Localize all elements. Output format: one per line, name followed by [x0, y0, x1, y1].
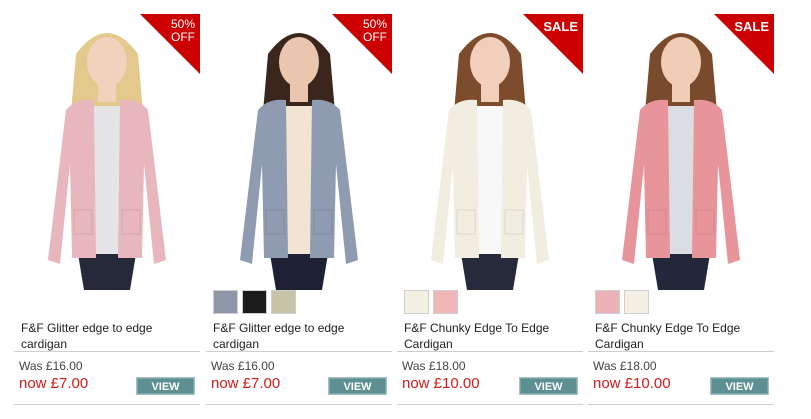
- color-swatch[interactable]: [595, 290, 620, 314]
- cardigan-right: [692, 99, 740, 264]
- product-card: 50% OFF F&F Glitter edge to edge cardiga…: [14, 14, 200, 406]
- product-card: SALE F&F Chunky Edge To Edge Cardigan Wa…: [588, 14, 774, 406]
- divider: [588, 351, 774, 352]
- badge-label: 50% OFF: [362, 17, 387, 44]
- divider: [588, 404, 774, 405]
- pocket-left: [265, 209, 285, 235]
- badge-label: SALE: [734, 19, 769, 34]
- color-swatch[interactable]: [271, 290, 296, 314]
- product-title[interactable]: F&F Chunky Edge To Edge Cardigan: [404, 320, 579, 352]
- product-title-line-1[interactable]: F&F Glitter edge to edge: [213, 320, 388, 336]
- product-title[interactable]: F&F Glitter edge to edge cardigan: [213, 320, 388, 352]
- product-card: SALE F&F Chunky Edge To Edge Cardigan Wa…: [397, 14, 583, 406]
- cardigan-right: [118, 99, 166, 264]
- product-title-line-2[interactable]: Cardigan: [595, 336, 770, 352]
- badge-label: 50% OFF: [170, 17, 195, 44]
- model-illustration: [48, 33, 166, 290]
- was-price: Was £16.00: [211, 359, 275, 373]
- model-illustration: [240, 33, 358, 290]
- jeans-shape: [78, 254, 136, 290]
- pocket-right: [695, 209, 715, 235]
- face-shape: [470, 37, 510, 87]
- product-title[interactable]: F&F Glitter edge to edge cardigan: [21, 320, 196, 352]
- jeans-shape: [652, 254, 710, 290]
- color-swatch[interactable]: [433, 290, 458, 314]
- product-title-line-2[interactable]: Cardigan: [404, 336, 579, 352]
- cardigan-right: [310, 99, 358, 264]
- divider: [206, 351, 392, 352]
- color-swatch[interactable]: [624, 290, 649, 314]
- was-price: Was £18.00: [402, 359, 466, 373]
- cardigan-right: [501, 99, 549, 264]
- cardigan-left: [240, 99, 288, 264]
- pocket-left: [456, 209, 476, 235]
- product-photo[interactable]: [206, 14, 392, 290]
- cardigan-left: [622, 99, 670, 264]
- product-photo[interactable]: [588, 14, 774, 290]
- face-shape: [279, 37, 319, 87]
- view-button[interactable]: VIEW: [710, 377, 769, 395]
- now-price: now £10.00: [402, 375, 480, 392]
- face-shape: [87, 37, 127, 87]
- view-button[interactable]: VIEW: [519, 377, 578, 395]
- product-title-line-1[interactable]: F&F Glitter edge to edge: [21, 320, 196, 336]
- product-photo[interactable]: [14, 14, 200, 290]
- divider: [206, 404, 392, 405]
- face-shape: [661, 37, 701, 87]
- divider: [14, 351, 200, 352]
- jeans-shape: [270, 254, 328, 290]
- product-grid: 50% OFF F&F Glitter edge to edge cardiga…: [14, 14, 778, 406]
- pocket-right: [313, 209, 333, 235]
- now-price: now £7.00: [211, 375, 281, 392]
- now-price: now £7.00: [19, 375, 89, 392]
- view-button[interactable]: VIEW: [136, 377, 195, 395]
- divider: [397, 351, 583, 352]
- pocket-left: [647, 209, 667, 235]
- pocket-right: [121, 209, 141, 235]
- color-swatch[interactable]: [404, 290, 429, 314]
- badge-label: SALE: [543, 19, 578, 34]
- model-illustration: [431, 33, 549, 290]
- cardigan-left: [431, 99, 479, 264]
- product-title-line-2[interactable]: cardigan: [213, 336, 388, 352]
- product-title-line-2[interactable]: cardigan: [21, 336, 196, 352]
- product-photo[interactable]: [397, 14, 583, 290]
- cardigan-left: [48, 99, 96, 264]
- product-title[interactable]: F&F Chunky Edge To Edge Cardigan: [595, 320, 770, 352]
- divider: [14, 404, 200, 405]
- product-title-line-1[interactable]: F&F Chunky Edge To Edge: [404, 320, 579, 336]
- now-price: now £10.00: [593, 375, 671, 392]
- model-illustration: [622, 33, 740, 290]
- pocket-right: [504, 209, 524, 235]
- divider: [397, 404, 583, 405]
- was-price: Was £18.00: [593, 359, 657, 373]
- color-swatch[interactable]: [242, 290, 267, 314]
- product-title-line-1[interactable]: F&F Chunky Edge To Edge: [595, 320, 770, 336]
- product-card: 50% OFF F&F Glitter edge to edge cardiga…: [206, 14, 392, 406]
- was-price: Was £16.00: [19, 359, 83, 373]
- color-swatch[interactable]: [213, 290, 238, 314]
- view-button[interactable]: VIEW: [328, 377, 387, 395]
- pocket-left: [73, 209, 93, 235]
- jeans-shape: [461, 254, 519, 290]
